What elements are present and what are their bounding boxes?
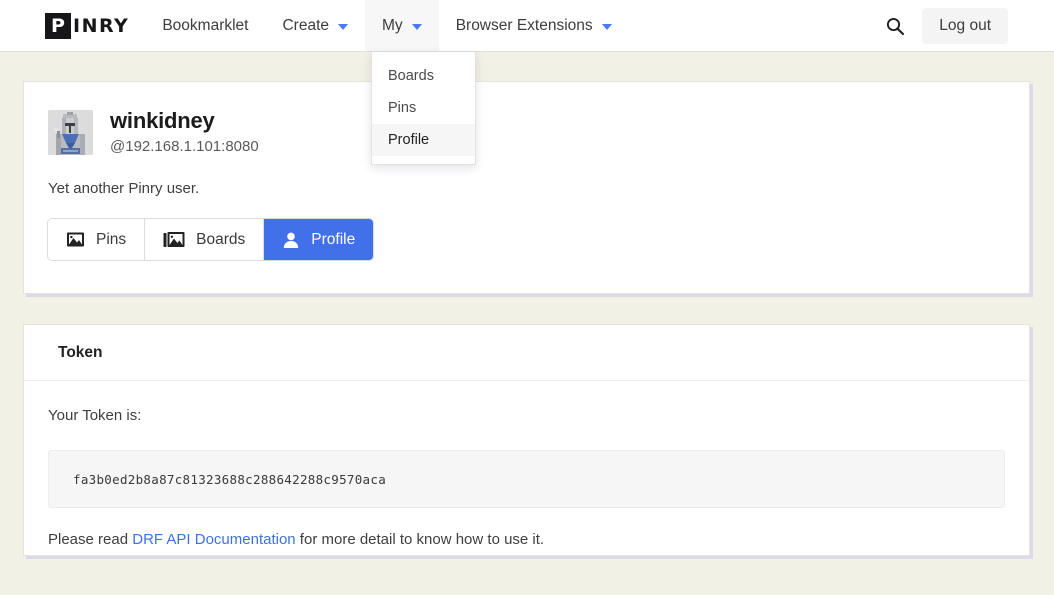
pinry-logo: P INRY [45, 12, 130, 39]
token-card-header: Token [24, 325, 1029, 381]
token-value-box[interactable]: fa3b0ed2b8a87c81323688c288642288c9570aca [48, 450, 1005, 508]
profile-username: winkidney [110, 108, 215, 133]
tab-pins[interactable]: Pins [48, 219, 146, 261]
profile-handle: @192.168.1.101:8080 [110, 138, 259, 156]
avatar[interactable] [48, 109, 93, 155]
token-footer-text: Please read DRF API Documentation for mo… [48, 531, 1005, 548]
token-intro-text: Your Token is: [48, 407, 142, 424]
nav-label-bookmarklet: Bookmarklet [162, 16, 249, 34]
tab-label-pins: Pins [96, 230, 127, 248]
nav-items: Bookmarklet Create My Browser Extensions [145, 0, 628, 51]
logo-p-block: P [45, 12, 71, 39]
nav-item-browser-extensions[interactable]: Browser Extensions [439, 0, 629, 51]
profile-bio: Yet another Pinry user. [48, 180, 200, 198]
dropdown-item-boards[interactable]: Boards [372, 60, 475, 92]
tab-boards[interactable]: Boards [145, 219, 265, 261]
profile-tab-group: Pins Boards Profile [48, 219, 374, 261]
tab-profile[interactable]: Profile [264, 219, 374, 261]
nav-label-create: Create [282, 16, 330, 34]
logo-text: INRY [73, 14, 130, 37]
tab-label-boards: Boards [196, 230, 246, 248]
chevron-down-icon [411, 23, 422, 30]
nav-item-create[interactable]: Create [265, 0, 365, 51]
nav-item-bookmarklet[interactable]: Bookmarklet [145, 0, 265, 51]
profile-identity: winkidney @192.168.1.101:8080 [110, 108, 259, 156]
logout-button[interactable]: Log out [922, 7, 1008, 44]
chevron-down-icon [601, 23, 612, 30]
brand-logo[interactable]: P INRY [0, 0, 145, 51]
chevron-down-icon [338, 23, 349, 30]
search-icon[interactable] [880, 11, 910, 41]
avatar-knight-icon [48, 109, 93, 155]
drf-api-documentation-link[interactable]: DRF API Documentation [132, 531, 295, 548]
top-navbar: P INRY Bookmarklet Create My Browser Ext… [0, 0, 1054, 52]
nav-item-my[interactable]: My [365, 0, 439, 51]
nav-label-my: My [382, 16, 403, 34]
nav-right-group: Log out [880, 0, 1054, 51]
image-icon [67, 232, 84, 247]
tab-label-profile: Profile [311, 230, 356, 248]
nav-label-browser-extensions: Browser Extensions [455, 16, 593, 34]
profile-header: winkidney @192.168.1.101:8080 [24, 82, 1029, 156]
token-card-body: Your Token is: fa3b0ed2b8a87c81323688c28… [24, 381, 1029, 548]
search-icon-svg [887, 17, 905, 35]
dropdown-item-pins[interactable]: Pins [372, 92, 475, 124]
token-card: Token Your Token is: fa3b0ed2b8a87c81323… [23, 324, 1030, 556]
profile-card: winkidney @192.168.1.101:8080 Yet anothe… [23, 81, 1030, 294]
my-dropdown-menu: Boards Pins Profile [371, 52, 476, 165]
images-stack-icon [163, 231, 185, 247]
person-icon [284, 232, 299, 248]
token-footer-prefix: Please read [48, 531, 133, 548]
dropdown-item-profile[interactable]: Profile [372, 124, 475, 156]
token-footer-suffix: for more detail to know how to use it. [295, 531, 545, 548]
token-value: fa3b0ed2b8a87c81323688c288642288c9570aca [73, 471, 387, 487]
